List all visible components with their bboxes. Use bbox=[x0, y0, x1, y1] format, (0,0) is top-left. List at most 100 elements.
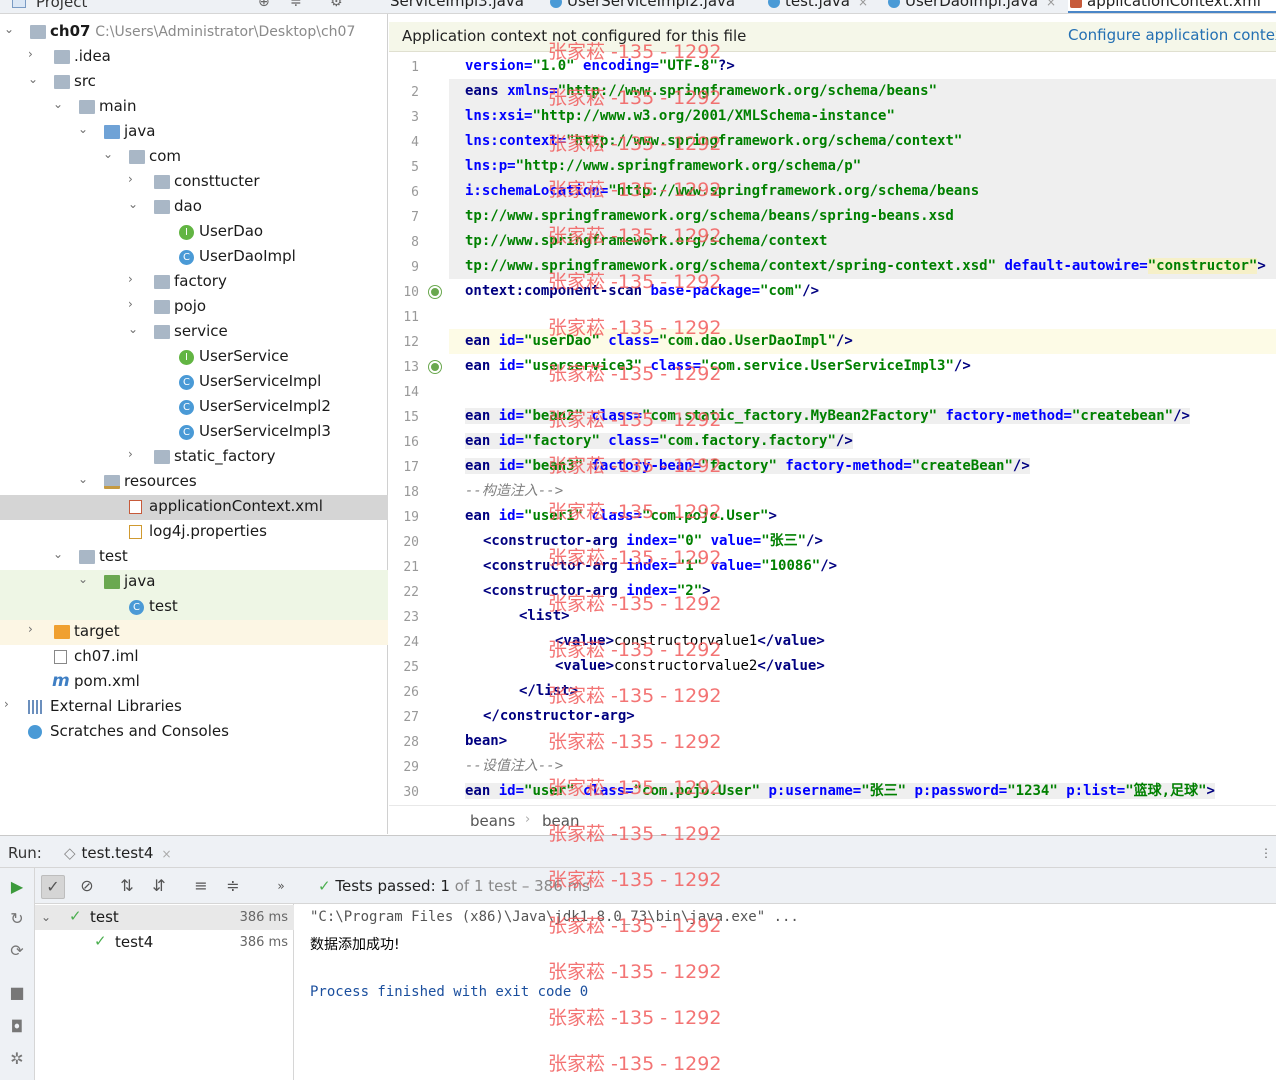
breadcrumb-item-beans[interactable]: beans bbox=[470, 812, 515, 830]
tree-item-ch07[interactable]: ⌄ ch07 C:\Users\Administrator\Desktop\ch… bbox=[0, 20, 388, 45]
test-suite-row[interactable]: ⌄ ✓ test 386 ms bbox=[35, 905, 294, 930]
tree-label: test bbox=[149, 597, 178, 615]
spring-bean-gutter-icon[interactable] bbox=[429, 286, 441, 298]
show-passed-icon[interactable]: ✓ bbox=[41, 875, 65, 899]
folder-icon bbox=[79, 550, 95, 564]
tree-label: log4j.properties bbox=[149, 522, 267, 540]
tree-item-pojo[interactable]: › pojo bbox=[0, 295, 388, 320]
chevron-right-icon[interactable]: › bbox=[28, 622, 40, 636]
chevron-right-icon[interactable]: › bbox=[4, 697, 16, 711]
tab-test-java[interactable]: test.java × bbox=[766, 0, 868, 13]
tree-item-log4j[interactable]: log4j.properties bbox=[0, 520, 388, 545]
project-view-label[interactable]: Project bbox=[36, 0, 87, 11]
console-output[interactable]: "C:\Program Files (x86)\Java\jdk1.8.0_73… bbox=[294, 904, 1276, 1080]
tree-label: External Libraries bbox=[50, 697, 182, 715]
sort-duration-icon[interactable]: ⇵ bbox=[147, 875, 171, 899]
tree-item-userserviceimpl2[interactable]: C UserServiceImpl2 bbox=[0, 395, 388, 420]
camera-icon[interactable]: ◘ bbox=[8, 1018, 26, 1036]
close-icon[interactable]: × bbox=[1046, 0, 1056, 9]
tree-item-java[interactable]: ⌄ java bbox=[0, 120, 388, 145]
tree-item-userserviceimpl3[interactable]: C UserServiceImpl3 bbox=[0, 420, 388, 445]
tree-item-consttucter[interactable]: › consttucter bbox=[0, 170, 388, 195]
settings-icon[interactable]: ✲ bbox=[8, 1050, 26, 1068]
tree-item-userdaoimpl[interactable]: C UserDaoImpl bbox=[0, 245, 388, 270]
test-case-row[interactable]: ✓ test4 386 ms bbox=[35, 930, 294, 955]
tree-label: UserDao bbox=[199, 222, 264, 240]
show-ignored-icon[interactable]: ⊘ bbox=[75, 875, 99, 899]
collapse-all-icon[interactable]: ≑ bbox=[290, 0, 302, 10]
tree-item-src[interactable]: ⌄ src bbox=[0, 70, 388, 95]
more-icon[interactable]: ⋮ bbox=[1260, 846, 1272, 860]
tab-serviceimpl3[interactable]: ServiceImpl3.java bbox=[388, 0, 524, 13]
chevron-down-icon[interactable]: ⌄ bbox=[53, 97, 65, 111]
chevron-down-icon[interactable]: ⌄ bbox=[28, 72, 40, 86]
tree-item-target[interactable]: › target bbox=[0, 620, 388, 645]
tree-item-test-java[interactable]: ⌄ java bbox=[0, 570, 388, 595]
xml-file-icon bbox=[129, 500, 142, 514]
tab-userserviceimpl2[interactable]: UserServiceImpl2.java bbox=[548, 0, 735, 13]
tree-item-userdao[interactable]: I UserDao bbox=[0, 220, 388, 245]
chevron-down-icon[interactable]: ⌄ bbox=[128, 322, 140, 336]
sort-alpha-icon[interactable]: ⇅ bbox=[115, 875, 139, 899]
tree-item-external-libraries[interactable]: › External Libraries bbox=[0, 695, 388, 720]
tree-item-service[interactable]: ⌄ service bbox=[0, 320, 388, 345]
tree-item-scratches[interactable]: Scratches and Consoles bbox=[0, 720, 388, 745]
chevron-down-icon[interactable]: ⌄ bbox=[78, 572, 90, 586]
tab-applicationcontext[interactable]: applicationContext.xml bbox=[1068, 0, 1276, 13]
locate-icon[interactable]: ⊕ bbox=[258, 0, 270, 10]
tree-item-factory[interactable]: › factory bbox=[0, 270, 388, 295]
stop-icon[interactable]: ■ bbox=[8, 984, 26, 1002]
tree-item-pom[interactable]: m pom.xml bbox=[0, 670, 388, 695]
tree-item-userserviceimpl[interactable]: C UserServiceImpl bbox=[0, 370, 388, 395]
chevron-right-icon[interactable]: › bbox=[128, 272, 140, 286]
xml-icon bbox=[1070, 0, 1082, 8]
breadcrumb-item-bean[interactable]: bean bbox=[542, 812, 579, 830]
tree-item-userservice[interactable]: I UserService bbox=[0, 345, 388, 370]
code-line: <value>constructorvalue2</value> bbox=[555, 658, 825, 674]
close-icon[interactable]: × bbox=[161, 847, 171, 861]
chevron-right-icon[interactable]: › bbox=[128, 447, 140, 461]
tree-item-com[interactable]: ⌄ com bbox=[0, 145, 388, 170]
tree-label: consttucter bbox=[174, 172, 260, 190]
run-label: Run: bbox=[8, 844, 42, 862]
code-line: tp://www.springframework.org/schema/cont… bbox=[449, 254, 1276, 279]
tab-userdaoimpl[interactable]: UserDaoImpl.java × bbox=[886, 0, 1056, 13]
line-number: 15 bbox=[403, 410, 419, 425]
chevron-right-icon[interactable]: › bbox=[128, 172, 140, 186]
chevron-down-icon[interactable]: ⌄ bbox=[41, 910, 51, 924]
chevron-right-icon[interactable]: › bbox=[28, 47, 40, 61]
expand-all-icon[interactable]: ≡ bbox=[189, 875, 213, 899]
chevron-down-icon[interactable]: ⌄ bbox=[128, 197, 140, 211]
tree-item-test-class[interactable]: C test bbox=[0, 595, 388, 620]
close-icon[interactable]: × bbox=[858, 0, 868, 9]
tree-item-resources[interactable]: ⌄ resources bbox=[0, 470, 388, 495]
tree-item-ch07-iml[interactable]: ch07.iml bbox=[0, 645, 388, 670]
package-icon bbox=[154, 325, 170, 339]
collapse-all-icon[interactable]: ≑ bbox=[221, 875, 245, 899]
chevron-right-icon[interactable]: › bbox=[128, 297, 140, 311]
chevron-down-icon[interactable]: ⌄ bbox=[53, 547, 65, 561]
more-actions-icon[interactable]: » bbox=[269, 875, 293, 899]
console-command: "C:\Program Files (x86)\Java\jdk1.8.0_73… bbox=[310, 909, 799, 925]
run-config-tab[interactable]: ◇ test.test4 × bbox=[64, 844, 172, 862]
tree-item-dao[interactable]: ⌄ dao bbox=[0, 195, 388, 220]
line-number: 29 bbox=[403, 760, 419, 775]
code-editor[interactable]: version="1.0" encoding="UTF-8"?> eans xm… bbox=[449, 53, 1276, 805]
tree-item-idea[interactable]: › .idea bbox=[0, 45, 388, 70]
tree-item-static-factory[interactable]: › static_factory bbox=[0, 445, 388, 470]
rerun-icon[interactable]: ▶ bbox=[8, 878, 26, 896]
chevron-down-icon[interactable]: ⌄ bbox=[103, 147, 115, 161]
tree-item-applicationcontext[interactable]: applicationContext.xml bbox=[0, 495, 388, 520]
tree-item-test[interactable]: ⌄ test bbox=[0, 545, 388, 570]
chevron-down-icon[interactable]: ⌄ bbox=[78, 122, 90, 136]
gear-icon[interactable]: ⚙ bbox=[330, 0, 343, 10]
editor-gutter[interactable]: 1 2 3 4 5 6 7 8 9 10 11 12 13 14 15 16 1… bbox=[389, 53, 449, 805]
tree-item-main[interactable]: ⌄ main bbox=[0, 95, 388, 120]
code-line: ontext:component-scan base-package="com"… bbox=[465, 283, 820, 299]
chevron-down-icon[interactable]: ⌄ bbox=[4, 22, 16, 36]
spring-bean-gutter-icon[interactable] bbox=[429, 361, 441, 373]
chevron-down-icon[interactable]: ⌄ bbox=[78, 472, 90, 486]
configure-context-link[interactable]: Configure application context bbox=[1068, 26, 1276, 44]
toggle-autotest-icon[interactable]: ⟳ bbox=[8, 942, 26, 960]
rerun-failed-icon[interactable]: ↻ bbox=[8, 910, 26, 928]
